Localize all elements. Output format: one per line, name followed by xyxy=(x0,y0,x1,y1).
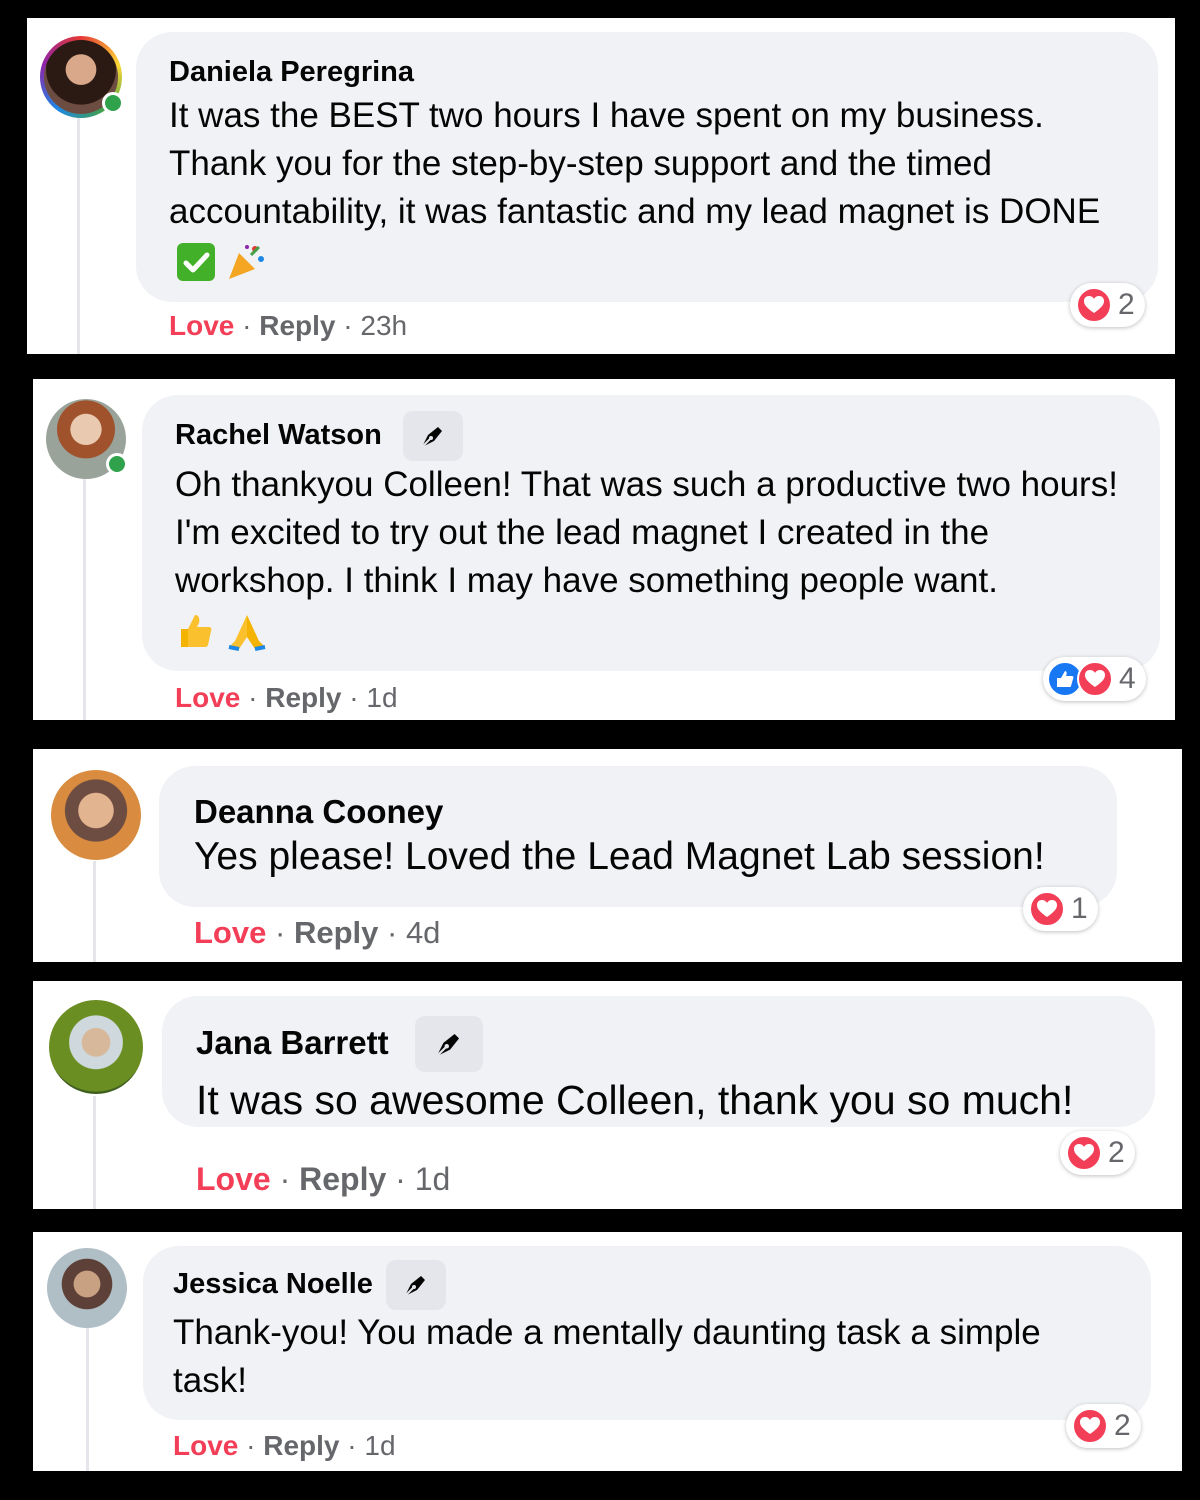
separator: · xyxy=(349,682,359,713)
love-button[interactable]: Love xyxy=(175,682,240,713)
commenter-name[interactable]: Deanna Cooney xyxy=(194,793,443,831)
comment-text: Oh thankyou Colleen! That was such a pro… xyxy=(175,461,1150,653)
heart-icon xyxy=(1072,1408,1108,1444)
commenter-name[interactable]: Daniela Peregrina xyxy=(169,56,414,89)
comment-timestamp[interactable]: 1d xyxy=(366,682,397,713)
avatar[interactable] xyxy=(47,1248,127,1328)
check-mark-icon xyxy=(177,242,215,281)
reply-button[interactable]: Reply xyxy=(294,915,378,950)
online-status-dot xyxy=(102,92,124,114)
comment-text: Yes please! Loved the Lead Magnet Lab se… xyxy=(194,833,1104,881)
comment-text-content: Thank-you! You made a mentally daunting … xyxy=(173,1313,1041,1400)
separator: · xyxy=(395,1161,406,1197)
comment-text: It was so awesome Colleen, thank you so … xyxy=(196,1076,1146,1124)
reaction-summary[interactable]: 2 xyxy=(1070,283,1145,327)
comment-card: Deanna Cooney Yes please! Loved the Lead… xyxy=(33,749,1182,962)
reaction-count: 2 xyxy=(1108,1136,1125,1169)
separator: · xyxy=(248,682,258,713)
comment-timestamp[interactable]: 4d xyxy=(406,915,440,950)
separator: · xyxy=(279,1161,291,1197)
comment-timestamp[interactable]: 1d xyxy=(415,1161,451,1197)
thread-line xyxy=(77,110,80,354)
comment-card: Jana Barrett It was so awesome Colleen, … xyxy=(33,981,1182,1209)
thumbs-up-icon xyxy=(175,611,215,651)
reply-button[interactable]: Reply xyxy=(265,682,341,713)
commenter-name[interactable]: Jessica Noelle xyxy=(173,1268,373,1301)
reaction-summary[interactable]: 4 xyxy=(1043,657,1146,701)
comment-text: It was the BEST two hours I have spent o… xyxy=(169,92,1129,284)
comment-timestamp[interactable]: 1d xyxy=(364,1430,395,1461)
online-status-dot xyxy=(106,453,128,475)
pen-nib-icon xyxy=(435,1033,460,1058)
reply-button[interactable]: Reply xyxy=(263,1430,339,1461)
pen-nib-icon xyxy=(404,1276,425,1297)
comment-text-content: Yes please! Loved the Lead Magnet Lab se… xyxy=(194,835,1045,878)
separator: · xyxy=(343,310,353,341)
heart-icon xyxy=(1029,891,1065,927)
pen-nib-icon xyxy=(421,427,442,448)
separator: · xyxy=(386,915,398,950)
comment-card: Rachel Watson Oh thankyou Colleen! That … xyxy=(33,379,1175,720)
party-popper-icon xyxy=(225,241,267,283)
separator: · xyxy=(347,1430,357,1461)
avatar[interactable] xyxy=(51,770,141,860)
heart-icon xyxy=(1076,287,1112,323)
reply-button[interactable]: Reply xyxy=(259,310,335,341)
avatar[interactable] xyxy=(40,36,124,118)
comment-actions: Love · Reply · 4d xyxy=(194,915,440,951)
reaction-summary[interactable]: 2 xyxy=(1066,1404,1141,1448)
commenter-name[interactable]: Jana Barrett xyxy=(196,1024,389,1062)
love-button[interactable]: Love xyxy=(196,1161,271,1197)
thread-line xyxy=(83,479,86,720)
comment-text-content: It was the BEST two hours I have spent o… xyxy=(169,96,1101,231)
love-button[interactable]: Love xyxy=(169,310,234,341)
avatar[interactable] xyxy=(46,399,128,479)
reaction-summary[interactable]: 1 xyxy=(1023,887,1098,931)
thread-line xyxy=(86,1328,89,1471)
comment-text-content: It was so awesome Colleen, thank you so … xyxy=(196,1077,1074,1123)
separator: · xyxy=(274,915,286,950)
comment-text-content: Oh thankyou Colleen! That was such a pro… xyxy=(175,465,1118,600)
reaction-count: 2 xyxy=(1118,288,1135,321)
thread-line xyxy=(93,861,96,962)
comment-card: Jessica Noelle Thank-you! You made a men… xyxy=(33,1232,1182,1471)
reply-button[interactable]: Reply xyxy=(299,1161,386,1197)
comment-actions: Love · Reply · 1d xyxy=(175,682,398,714)
separator: · xyxy=(246,1430,256,1461)
reaction-count: 1 xyxy=(1071,892,1088,925)
avatar[interactable] xyxy=(49,1000,143,1094)
author-badge xyxy=(415,1016,483,1072)
love-button[interactable]: Love xyxy=(194,915,266,950)
love-button[interactable]: Love xyxy=(173,1430,238,1461)
praying-hands-icon xyxy=(225,611,269,651)
comment-actions: Love · Reply · 23h xyxy=(169,310,407,342)
comment-timestamp[interactable]: 23h xyxy=(360,310,407,341)
commenter-name[interactable]: Rachel Watson xyxy=(175,419,382,452)
reaction-count: 2 xyxy=(1114,1409,1131,1442)
separator: · xyxy=(242,310,252,341)
comment-actions: Love · Reply · 1d xyxy=(173,1430,396,1462)
author-badge xyxy=(403,411,463,461)
reaction-count: 4 xyxy=(1119,662,1136,695)
heart-icon xyxy=(1077,661,1113,697)
comment-actions: Love · Reply · 1d xyxy=(196,1161,450,1198)
comment-text: Thank-you! You made a mentally daunting … xyxy=(173,1309,1113,1405)
heart-icon xyxy=(1066,1135,1102,1171)
reaction-summary[interactable]: 2 xyxy=(1060,1131,1135,1175)
thread-line xyxy=(93,1096,96,1209)
author-badge xyxy=(386,1260,446,1310)
comment-card: Daniela Peregrina It was the BEST two ho… xyxy=(27,18,1175,354)
